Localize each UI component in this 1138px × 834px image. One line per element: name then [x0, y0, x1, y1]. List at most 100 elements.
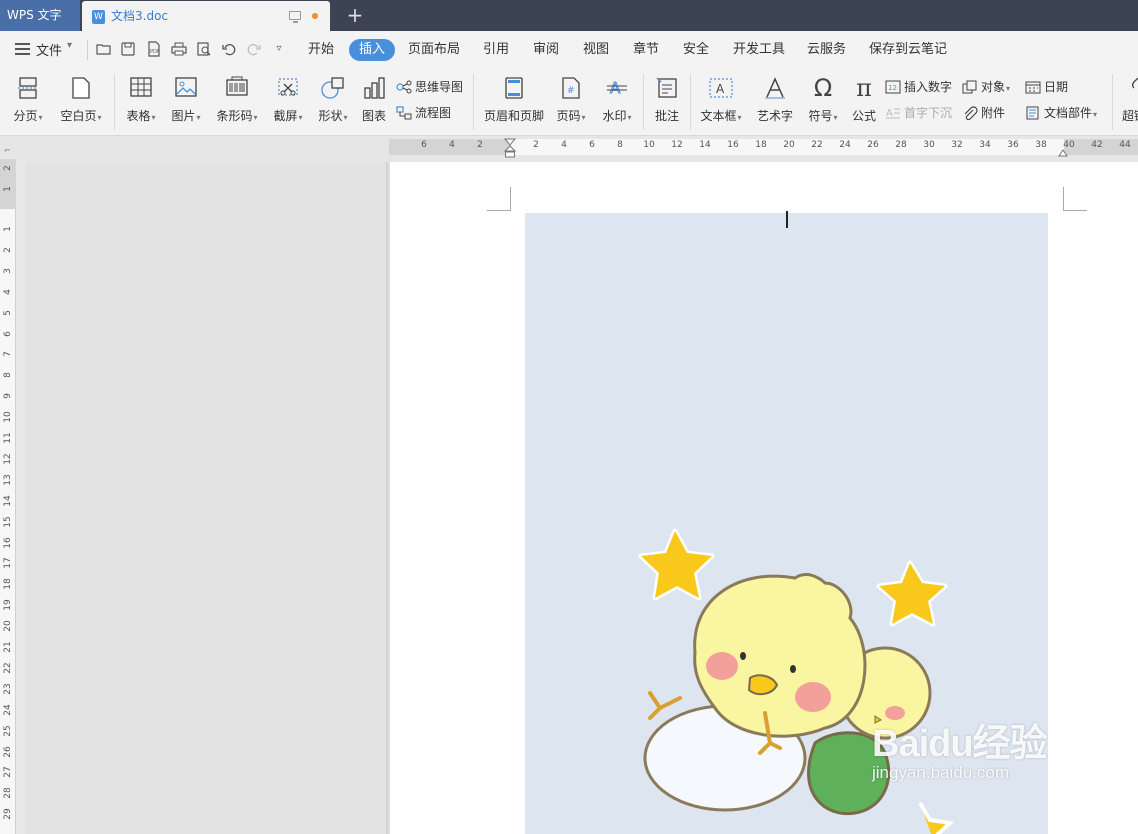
hyperlink-button[interactable]: 超链 — [1118, 68, 1138, 136]
screenshot-button[interactable]: 截屏▾ — [268, 68, 308, 136]
redo-icon[interactable] — [246, 41, 262, 57]
drop-cap-button[interactable]: A 首字下沉 — [885, 103, 952, 123]
page-break-button[interactable]: 分页▾ — [8, 68, 48, 136]
ruler-tick-label: 2 — [3, 247, 13, 253]
object-icon — [962, 80, 977, 94]
app-tab[interactable]: WPS 文字 — [0, 0, 80, 31]
picture-button[interactable]: 图片▾ — [166, 68, 206, 136]
ruler-tick-label: 9 — [3, 393, 13, 400]
tab-review[interactable]: 审阅 — [531, 39, 561, 61]
ruler-tick-label: 22 — [3, 662, 13, 674]
ruler-tick-label: 6 — [3, 330, 13, 337]
ruler-tick-label: 26 — [867, 140, 879, 150]
tab-stop-icon[interactable]: ⌐ — [4, 146, 11, 155]
paperclip-icon — [964, 106, 978, 120]
tab-cloud-service[interactable]: 云服务 — [805, 39, 848, 61]
attachment-button[interactable]: 附件 — [962, 103, 1005, 123]
ruler-tick-label: 16 — [727, 140, 739, 150]
ruler-tick-label: 18 — [755, 140, 767, 150]
table-button[interactable]: 表格▾ — [121, 68, 161, 136]
tab-view[interactable]: 视图 — [581, 39, 611, 61]
divider — [643, 74, 644, 130]
insert-number-button[interactable]: 12 插入数字 — [885, 77, 952, 97]
tab-security[interactable]: 安全 — [681, 39, 711, 61]
object-button[interactable]: 对象▾ — [962, 77, 1010, 97]
doc-parts-button[interactable]: 文档部件▾ — [1025, 103, 1097, 123]
open-folder-icon[interactable] — [96, 41, 112, 57]
hamburger-icon[interactable] — [15, 43, 30, 55]
tab-developer[interactable]: 开发工具 — [731, 39, 787, 61]
print-icon[interactable] — [171, 41, 187, 57]
svg-text:PDF: PDF — [150, 49, 160, 55]
ruler-tick-label: 15 — [3, 515, 13, 528]
screenshot-label: 截屏 — [273, 109, 298, 123]
blank-page-button[interactable]: 空白页▾ — [55, 68, 107, 136]
ruler-tick-label: 24 — [839, 140, 851, 150]
ruler-tick-label: 4 — [449, 140, 455, 150]
horizontal-ruler[interactable]: 6 4 2 2 4 6 8 10 12 14 16 18 20 22 24 26 28 30 32 34 36 38 40 4… — [0, 137, 1138, 159]
tab-page-layout[interactable]: 页面布局 — [406, 39, 462, 61]
tab-section[interactable]: 章节 — [631, 39, 661, 61]
page-number-button[interactable]: # 页码▾ — [551, 68, 591, 136]
new-tab-button[interactable]: + — [344, 4, 366, 26]
object-label: 对象 — [981, 80, 1006, 94]
ruler-tick-label: 27 — [3, 766, 13, 779]
vertical-ruler[interactable]: 2 1 1 2 3 4 5 6 7 8 9 10 11 12 13 14 15 16 17 18 19 20 21 22 23 2… — [0, 159, 16, 834]
attachment-label: 附件 — [981, 106, 1006, 120]
ruler-tick-label: 24 — [3, 703, 13, 716]
divider — [87, 40, 88, 60]
ruler-tick-label: 38 — [1035, 140, 1047, 150]
ruler-tick-label: 30 — [923, 140, 935, 150]
ruler-tick-label: 8 — [617, 140, 623, 150]
customize-chevron-icon[interactable]: ▿ — [271, 41, 287, 57]
wordart-button[interactable]: 艺术字 — [754, 68, 796, 136]
symbol-button[interactable]: Ω 符号▾ — [803, 68, 843, 136]
undo-icon[interactable] — [221, 41, 237, 57]
ruler-tick-label: 20 — [3, 620, 13, 632]
shape-button[interactable]: 形状▾ — [313, 68, 353, 136]
comment-label: 批注 — [654, 109, 679, 123]
textbox-button[interactable]: A 文本框▾ — [697, 68, 745, 136]
document-tab-title: 文档3.doc — [111, 9, 169, 23]
formula-button[interactable]: π 公式 — [847, 68, 881, 136]
chart-label: 图表 — [361, 109, 386, 123]
mindmap-button[interactable]: 思维导图 — [396, 77, 463, 97]
print-preview-icon[interactable] — [196, 41, 212, 57]
ruler-tick-label: 34 — [979, 140, 991, 150]
chart-button[interactable]: 图表 — [357, 68, 391, 136]
shape-label: 形状 — [318, 109, 343, 123]
tab-insert[interactable]: 插入 — [349, 39, 396, 61]
omega-icon: Ω — [813, 74, 833, 102]
ruler-tick-label: 29 — [3, 808, 13, 820]
barcode-button[interactable]: 条形码▾ — [212, 68, 262, 136]
flowchart-button[interactable]: 流程图 — [396, 103, 451, 123]
pdf-icon[interactable]: PDF — [146, 41, 162, 57]
ruler-tick-label: 4 — [3, 288, 13, 295]
page-number-label: 页码 — [556, 109, 581, 123]
date-button[interactable]: 日期 — [1025, 77, 1068, 97]
watermark-button[interactable]: A 水印▾ — [597, 68, 637, 136]
comment-button[interactable]: 批注 — [649, 68, 685, 136]
ruler-tick-label: 20 — [783, 140, 795, 150]
tab-references[interactable]: 引用 — [481, 39, 511, 61]
save-icon[interactable] — [120, 41, 136, 57]
ruler-tick-label: 2 — [3, 165, 13, 171]
chevron-down-icon[interactable]: ▾ — [67, 40, 72, 51]
monitor-icon[interactable] — [289, 11, 301, 23]
ruler-tick-label: 18 — [3, 578, 13, 591]
ruler-tick-label: 2 — [477, 140, 483, 150]
ruler-tick-label: 6 — [589, 140, 595, 150]
ruler-tick-label: 16 — [3, 536, 13, 549]
tab-save-to-cloud-notes[interactable]: 保存到云笔记 — [867, 39, 949, 61]
document-tab[interactable]: W 文档3.doc — [82, 1, 330, 31]
header-footer-button[interactable]: 页眉和页脚 — [480, 68, 548, 136]
file-menu[interactable]: 文件 — [36, 40, 62, 59]
divider — [114, 74, 115, 130]
shape-icon — [321, 77, 344, 99]
right-indent-marker-icon[interactable] — [1058, 147, 1068, 157]
pi-icon: π — [856, 74, 872, 102]
ruler-tick-label: 25 — [3, 724, 13, 737]
tab-home[interactable]: 开始 — [306, 39, 336, 61]
indent-marker-icon[interactable] — [504, 138, 516, 158]
baidu-jingyan-watermark: Baidu经验 jingyan.baidu.com — [872, 712, 1048, 783]
